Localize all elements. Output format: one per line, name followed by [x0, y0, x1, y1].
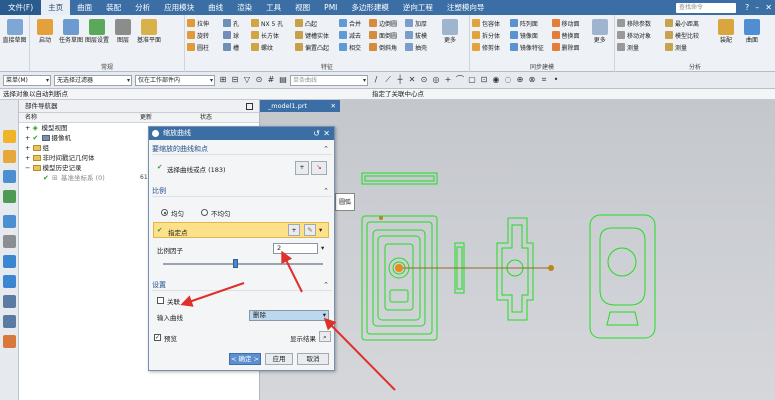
curve-right-plate-inner[interactable] [599, 227, 646, 306]
curve-top-bar[interactable] [361, 172, 438, 185]
point-pick-icon[interactable]: ✎ [304, 224, 316, 236]
dialog-title: 缩放曲线 [163, 129, 191, 137]
curve-rule-icon[interactable]: ↘ [311, 161, 327, 175]
apply-button[interactable]: 应用 [265, 353, 293, 365]
curve-cavity-core[interactable] [384, 243, 414, 311]
nx-window: 文件(F) 主页 曲面 装配 分析 应用模块 曲线 渲染 工具 视图 PMI 多… [0, 0, 775, 400]
section-settings-label: 设置 [152, 281, 166, 289]
point-dialog-button[interactable]: + [288, 224, 300, 236]
chevron-up-icon[interactable]: ⌃ [323, 279, 329, 291]
checkmark-icon: ✔ [157, 163, 163, 171]
preview-label: 预览 [164, 335, 177, 343]
scale-slider-track[interactable] [163, 263, 323, 265]
preview-checkbox[interactable]: ✓ [154, 334, 161, 341]
input-curve-value: 删除 [253, 311, 266, 319]
chevron-down-icon[interactable]: ▾ [319, 226, 322, 234]
dialog-title-bar[interactable]: 缩放曲线 ↺ ✕ [149, 127, 334, 140]
add-curve-button[interactable]: + [295, 161, 309, 175]
uniform-radio[interactable] [161, 209, 168, 216]
curve-right-circle[interactable] [607, 247, 637, 277]
chevron-up-icon[interactable]: ⌃ [323, 143, 329, 155]
scale-factor-label: 比例因子 [157, 247, 183, 255]
chevron-down-icon[interactable]: ▾ [321, 244, 324, 252]
input-curve-select[interactable]: 删除 ▾ [249, 310, 329, 321]
chevron-down-icon: ▾ [322, 311, 326, 319]
show-result-label: 显示结果 [290, 335, 316, 343]
gear-icon [152, 130, 159, 137]
reset-icon[interactable]: ↺ [313, 127, 320, 140]
scale-curve-dialog: 缩放曲线 ↺ ✕ 要缩放的曲线和点 ⌃ ✔ 选择曲线或点 (183) + ↘ 比… [148, 126, 335, 371]
specify-point-label: 指定点 [168, 229, 188, 237]
specify-point-row[interactable]: ✔ 指定点 + ✎ ▾ [153, 222, 329, 238]
section-scale-header[interactable]: 比例 ⌃ [152, 185, 332, 197]
associate-label: 关联 [167, 298, 180, 306]
curve-top-bar-inner[interactable] [364, 175, 435, 182]
close-icon[interactable]: ✕ [323, 127, 330, 140]
nonuniform-label: 不均匀 [211, 210, 231, 218]
scale-small-point [379, 216, 383, 220]
input-curve-label: 输入曲线 [157, 314, 183, 322]
chevron-up-icon[interactable]: ⌃ [323, 185, 329, 197]
curve-right-tab[interactable] [606, 311, 639, 326]
select-curve-label[interactable]: 选择曲线或点 (183) [167, 164, 226, 174]
scale-factor-input[interactable]: 2 [273, 243, 318, 254]
uniform-label: 均匀 [171, 210, 184, 218]
section-curves-label: 要缩放的曲线和点 [152, 145, 208, 153]
nonuniform-radio[interactable] [201, 209, 208, 216]
cancel-button[interactable]: 取消 [297, 353, 329, 365]
hover-tooltip: 圆弧 [335, 193, 355, 211]
ok-button[interactable]: < 确定 > [229, 353, 261, 365]
model-geometry[interactable] [0, 0, 775, 400]
scale-slider-thumb[interactable] [233, 259, 238, 268]
scale-center-point[interactable] [395, 264, 403, 272]
section-settings-header[interactable]: 设置 ⌃ [152, 279, 332, 291]
curve-lower-slot[interactable] [389, 289, 409, 303]
show-result-icon[interactable]: ⌕ [319, 331, 331, 342]
associate-checkbox[interactable] [157, 297, 164, 304]
checkmark-icon: ✔ [157, 226, 163, 234]
scale-end-point[interactable] [548, 265, 554, 271]
section-scale-label: 比例 [152, 187, 166, 195]
section-curves-header[interactable]: 要缩放的曲线和点 ⌃ [152, 143, 332, 155]
